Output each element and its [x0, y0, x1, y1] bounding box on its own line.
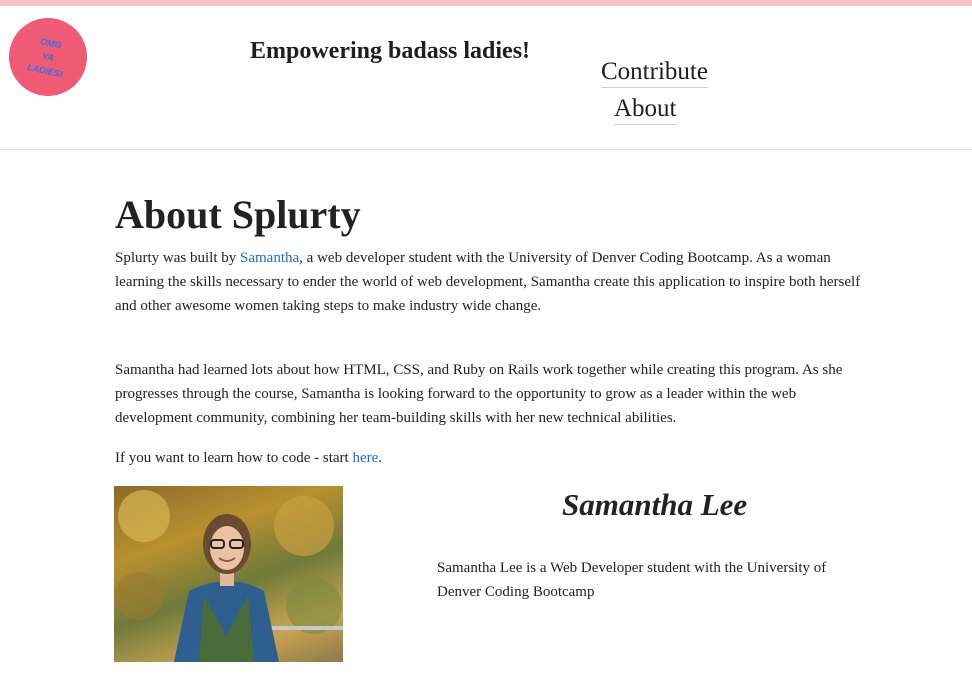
nav-about-link[interactable]: About [614, 94, 677, 125]
learn-text-before: If you want to learn how to code - start [115, 450, 353, 466]
samantha-link[interactable]: Samantha [240, 250, 299, 266]
site-header: OMG YA LADIES! Empowering badass ladies! [0, 6, 972, 150]
here-link[interactable]: here [352, 450, 378, 466]
intro-paragraph: Splurty was built by Samantha, a web dev… [115, 246, 865, 318]
profile-photo-illustration [115, 490, 343, 662]
profile-bio: Samantha Lee is a Web Developer student … [437, 560, 827, 600]
progress-paragraph: Samantha had learned lots about how HTML… [115, 362, 843, 426]
learn-to-code-paragraph: If you want to learn how to code - start… [115, 446, 865, 470]
page-title: About Splurty [115, 192, 361, 237]
logo-text: OMG YA LADIES! [24, 32, 72, 81]
profile-name: Samantha Lee [562, 487, 748, 522]
nav-contribute-link[interactable]: Contribute [601, 57, 708, 88]
site-tagline: Empowering badass ladies! [250, 38, 531, 64]
intro-text-before: Splurty was built by [115, 250, 241, 266]
site-logo[interactable]: OMG YA LADIES! [9, 18, 87, 96]
profile-photo [114, 486, 343, 662]
learn-text-after: . [378, 450, 382, 466]
